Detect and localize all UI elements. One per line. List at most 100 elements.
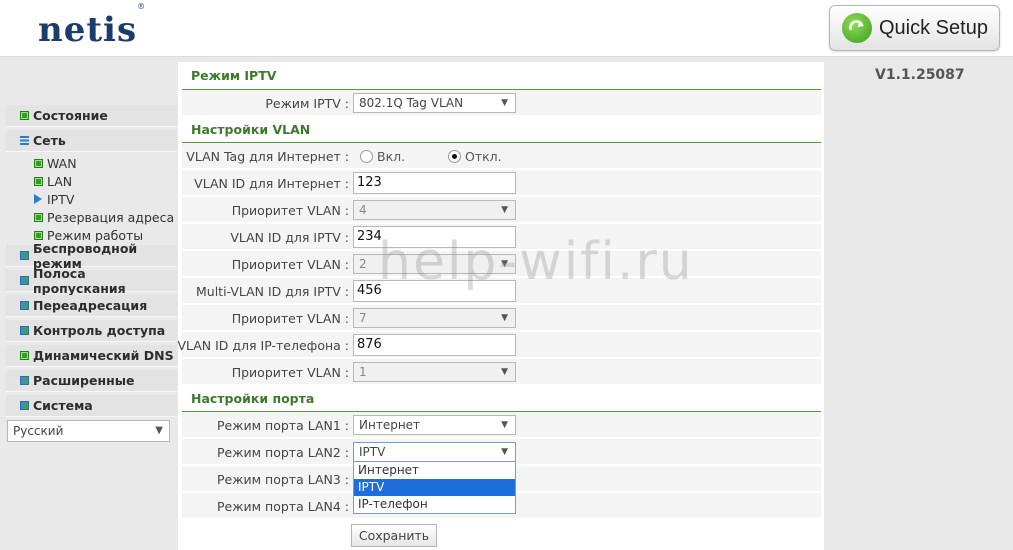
chevron-down-icon: ▼ — [501, 259, 508, 269]
row-multi-vlan-priority: Приоритет VLAN : 7 ▼ — [182, 305, 821, 331]
sidebar-item-label: Состояние — [33, 108, 108, 123]
mode-icon — [34, 230, 43, 240]
iptv-vlan-id-label: VLAN ID для IPTV : — [230, 230, 349, 245]
sidebar-item-label: Сеть — [33, 133, 66, 148]
sidebar-sub-address-reservation[interactable]: Резервация адреса — [6, 208, 177, 226]
phone-vlan-id-input[interactable]: 876 — [353, 334, 516, 356]
phone-priority-value: 1 — [359, 365, 367, 379]
save-button[interactable]: Сохранить — [351, 524, 437, 547]
row-iptv-mode: Режим IPTV : 802.1Q Tag VLAN ▼ — [182, 90, 821, 116]
language-select[interactable]: Русский ▼ — [7, 420, 170, 442]
vlan-tag-label: VLAN Tag для Интернет : — [186, 149, 349, 164]
row-internet-vlan-priority: Приоритет VLAN : 4 ▼ — [182, 197, 821, 223]
row-iptv-vlan-id: VLAN ID для IPTV : 234 — [182, 224, 821, 250]
status-icon — [20, 111, 29, 120]
sidebar-item-network[interactable]: Сеть — [6, 130, 177, 152]
vlan-tag-off-radio[interactable]: Откл. — [448, 149, 502, 164]
multi-vlan-id-label: Multi-VLAN ID для IPTV : — [195, 284, 349, 299]
row-iptv-vlan-priority: Приоритет VLAN : 2 ▼ — [182, 251, 821, 277]
sidebar-sub-label: LAN — [47, 173, 73, 189]
chevron-down-icon: ▼ — [501, 420, 508, 430]
radio-checked-icon — [448, 150, 461, 163]
sidebar-item-bandwidth[interactable]: Полоса пропускания — [6, 266, 177, 296]
quick-setup-label: Quick Setup — [879, 16, 988, 39]
language-value: Русский — [13, 424, 64, 438]
sidebar-sub-label: Резервация адреса — [47, 209, 175, 225]
sidebar-item-label: Динамический DNS — [33, 348, 174, 363]
sidebar-item-system[interactable]: Система — [6, 395, 177, 417]
sidebar-sub-iptv[interactable]: IPTV — [6, 190, 177, 208]
iptv-active-icon — [34, 194, 42, 204]
chevron-down-icon: ▼ — [501, 98, 508, 108]
system-icon — [20, 401, 29, 410]
sidebar-item-access-control[interactable]: Контроль доступа — [6, 320, 177, 342]
sidebar-sub-label: IPTV — [47, 191, 75, 207]
iptv-mode-select[interactable]: 802.1Q Tag VLAN ▼ — [353, 93, 516, 113]
multi-priority-label: Приоритет VLAN : — [231, 311, 349, 326]
radio-unchecked-icon — [360, 150, 373, 163]
lan2-dropdown-list: Интернет IPTV IP-телефон — [353, 461, 516, 514]
header: netis® Quick Setup — [0, 0, 1013, 57]
iptv-vlan-id-input[interactable]: 234 — [353, 226, 516, 248]
chevron-down-icon: ▼ — [501, 447, 508, 457]
lan1-mode-value: Интернет — [359, 418, 421, 432]
multi-vlan-id-input[interactable]: 456 — [353, 280, 516, 302]
settings-panel: Режим IPTV Режим IPTV : 802.1Q Tag VLAN … — [177, 62, 824, 550]
section-title-iptv-mode: Режим IPTV — [191, 68, 277, 83]
lan1-label: Режим порта LAN1 : — [217, 418, 349, 433]
sidebar-item-advanced[interactable]: Расширенные — [6, 370, 177, 392]
multi-priority-select[interactable]: 7 ▼ — [353, 308, 516, 328]
dropdown-option-ip-phone[interactable]: IP-телефон — [354, 496, 515, 513]
row-phone-vlan-priority: Приоритет VLAN : 1 ▼ — [182, 359, 821, 385]
sidebar-item-forwarding[interactable]: Переадресация — [6, 295, 177, 317]
wireless-icon — [20, 251, 29, 260]
lan2-mode-select[interactable]: IPTV ▼ — [353, 442, 516, 462]
chevron-down-icon: ▼ — [501, 367, 508, 377]
chevron-down-icon: ▼ — [155, 425, 163, 436]
forwarding-icon — [20, 301, 29, 310]
section-title-vlan: Настройки VLAN — [191, 122, 311, 137]
quick-setup-button[interactable]: Quick Setup — [829, 5, 1000, 51]
lan2-mode-value: IPTV — [359, 445, 386, 459]
iptv-mode-label: Режим IPTV : — [265, 96, 349, 111]
ddns-icon — [20, 351, 29, 360]
row-internet-vlan-id: VLAN ID для Интернет : 123 — [182, 170, 821, 196]
sidebar-item-wireless[interactable]: Беспроводной режим — [6, 241, 177, 271]
right-column: V1.1.25087 — [825, 62, 1005, 550]
sidebar: Состояние Сеть WAN LAN IPTV Резервация а… — [6, 62, 177, 550]
lan1-mode-select[interactable]: Интернет ▼ — [353, 415, 516, 435]
phone-vlan-id-label: VLAN ID для IP-телефона : — [177, 338, 349, 353]
row-phone-vlan-id: VLAN ID для IP-телефона : 876 — [177, 332, 821, 358]
sidebar-item-status[interactable]: Состояние — [6, 105, 177, 127]
chevron-down-icon: ▼ — [501, 205, 508, 215]
radio-label: Откл. — [465, 149, 502, 164]
internet-priority-label: Приоритет VLAN : — [231, 203, 349, 218]
quick-setup-icon — [842, 13, 872, 43]
iptv-priority-label: Приоритет VLAN : — [231, 257, 349, 272]
netis-logo[interactable]: netis® — [38, 2, 146, 50]
internet-priority-select[interactable]: 4 ▼ — [353, 200, 516, 220]
firmware-version: V1.1.25087 — [875, 67, 965, 83]
phone-priority-select[interactable]: 1 ▼ — [353, 362, 516, 382]
iptv-mode-value: 802.1Q Tag VLAN — [359, 96, 464, 110]
internet-priority-value: 4 — [359, 203, 367, 217]
dropdown-option-iptv[interactable]: IPTV — [354, 479, 515, 496]
sidebar-item-ddns[interactable]: Динамический DNS — [6, 345, 177, 367]
sidebar-sub-lan[interactable]: LAN — [6, 172, 177, 190]
sidebar-item-label: Контроль доступа — [33, 323, 166, 338]
sidebar-item-label: Расширенные — [33, 373, 135, 388]
dropdown-option-internet[interactable]: Интернет — [354, 462, 515, 479]
access-control-icon — [20, 326, 29, 335]
internet-vlan-id-label: VLAN ID для Интернет : — [194, 176, 349, 191]
sidebar-item-label: Система — [33, 398, 93, 413]
bandwidth-icon — [20, 276, 29, 285]
wan-icon — [34, 158, 43, 168]
sidebar-sub-wan[interactable]: WAN — [6, 154, 177, 172]
vlan-tag-on-radio[interactable]: Вкл. — [360, 149, 405, 164]
internet-vlan-id-input[interactable]: 123 — [353, 172, 516, 194]
lan3-label: Режим порта LAN3 : — [217, 472, 349, 487]
network-icon — [20, 136, 29, 145]
row-lan1-mode: Режим порта LAN1 : Интернет ▼ — [182, 412, 821, 438]
iptv-priority-select[interactable]: 2 ▼ — [353, 254, 516, 274]
row-multi-vlan-id: Multi-VLAN ID для IPTV : 456 — [182, 278, 821, 304]
